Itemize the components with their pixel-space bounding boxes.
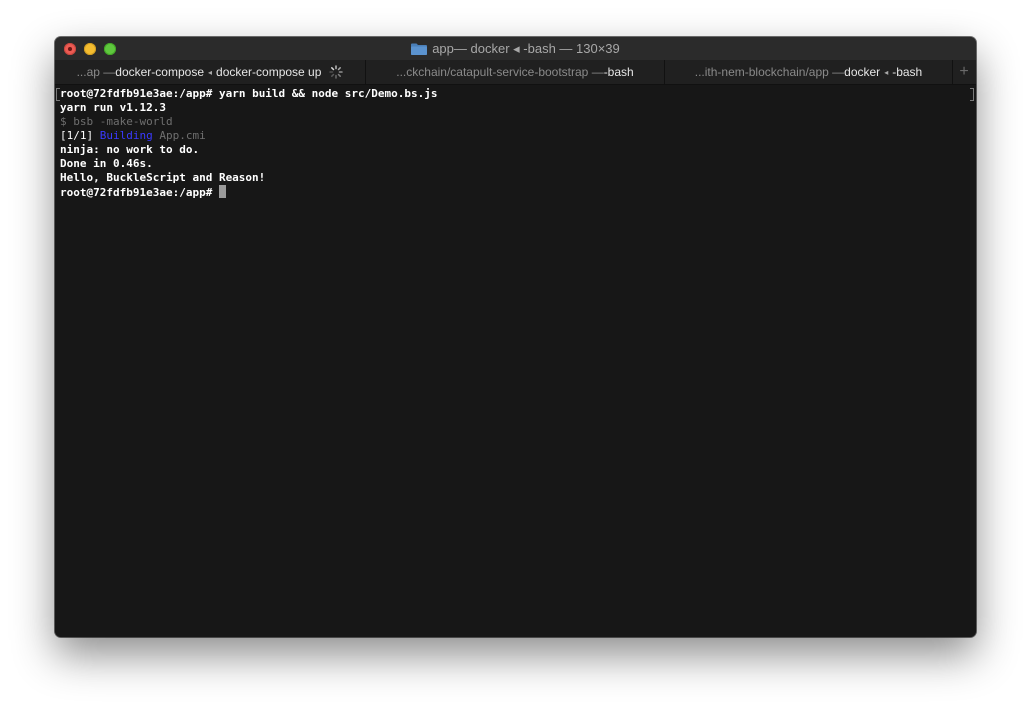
- window-title-main: app: [432, 41, 454, 56]
- tab-label-process: -bash: [603, 65, 634, 79]
- tab-label-prefix: ...ith-nem-blockchain/app —: [694, 65, 845, 79]
- tab-label-process: docker-compose: [115, 65, 204, 79]
- terminal-line-hello: Hello, BuckleScript and Reason!: [60, 171, 266, 184]
- build-status: Building: [99, 129, 153, 142]
- selection-bracket-left: [56, 88, 60, 101]
- terminal-line-prompt: root@72fdfb91e3ae:/app#: [60, 185, 976, 199]
- spinner-icon: [329, 65, 344, 79]
- tab-label-process: docker: [844, 65, 881, 79]
- terminal-line-building: [1/1] Building App.cmi: [60, 129, 976, 143]
- selection-bracket-right: [970, 88, 974, 101]
- terminal-line-done: Done in 0.46s.: [60, 157, 153, 170]
- terminal-line-yarn-version: yarn run v1.12.3: [60, 101, 166, 114]
- tab-label-command: -bash: [892, 65, 923, 79]
- tab-docker-compose[interactable]: ...ap — docker-compose ◂ docker-compose …: [55, 60, 366, 84]
- window-title-rest: — docker ◂ -bash — 130×39: [453, 40, 620, 56]
- plus-icon[interactable]: +: [953, 60, 975, 84]
- shell-command: yarn build && node src/Demo.bs.js: [218, 87, 438, 100]
- terminal-line-bsb: $ bsb -make-world: [60, 115, 173, 128]
- build-target: App.cmi: [152, 129, 206, 142]
- tab-catapult-bootstrap[interactable]: ...ckchain/catapult-service-bootstrap — …: [366, 60, 665, 84]
- shell-prompt: root@72fdfb91e3ae:/app#: [60, 87, 219, 100]
- title-bar[interactable]: app — docker ◂ -bash — 130×39: [55, 37, 976, 61]
- shell-prompt: root@72fdfb91e3ae:/app#: [60, 186, 219, 199]
- build-progress: [1/1]: [60, 129, 100, 142]
- tab-label-command: docker-compose up: [216, 65, 322, 79]
- tab-label-prefix: ...ap —: [76, 65, 116, 79]
- window-title: app — docker ◂ -bash — 130×39: [55, 37, 976, 60]
- terminal-line-command: root@72fdfb91e3ae:/app# yarn build && no…: [60, 87, 976, 101]
- tab-separator-icon: ◂: [884, 67, 889, 77]
- tab-separator-icon: ◂: [208, 67, 213, 77]
- terminal-line-ninja: ninja: no work to do.: [60, 143, 200, 156]
- terminal-cursor: [218, 185, 226, 198]
- terminal-window: app — docker ◂ -bash — 130×39 ...ap — do…: [55, 37, 976, 637]
- folder-icon: [411, 43, 428, 55]
- tab-label-prefix: ...ckchain/catapult-service-bootstrap —: [396, 65, 604, 79]
- tab-bar: ...ap — docker-compose ◂ docker-compose …: [55, 60, 976, 85]
- tab-nem-blockchain-app[interactable]: ...ith-nem-blockchain/app — docker ◂ -ba…: [665, 60, 953, 84]
- terminal-output[interactable]: root@72fdfb91e3ae:/app# yarn build && no…: [55, 85, 976, 637]
